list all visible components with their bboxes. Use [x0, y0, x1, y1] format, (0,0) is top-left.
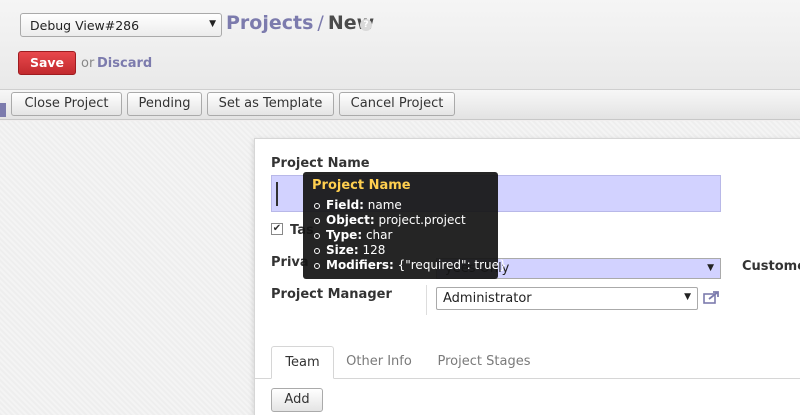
tooltip-item: Type: char [312, 228, 498, 243]
project-manager-value: Administrator [443, 291, 532, 306]
chevron-down-icon: ▼ [209, 19, 216, 29]
or-text: or [81, 56, 95, 71]
tooltip-item: Modifiers: {"required": true} [312, 258, 507, 273]
tab-other-info[interactable]: Other Info [339, 346, 419, 379]
column-divider [426, 285, 427, 315]
breadcrumb-projects-link[interactable]: Projects [226, 12, 313, 34]
close-project-button[interactable]: Close Project [11, 92, 122, 116]
save-button[interactable]: Save [18, 51, 76, 75]
chevron-down-icon: ▼ [684, 292, 691, 302]
debug-view-select-value: Debug View#286 [30, 18, 140, 33]
external-link-icon[interactable] [703, 290, 720, 304]
help-icon[interactable]: ? [360, 19, 372, 31]
field-tooltip: Project Name Field: name Object: project… [303, 172, 507, 279]
breadcrumb-separator: / [317, 12, 324, 34]
chevron-down-icon: ▼ [707, 263, 714, 273]
tooltip-title: Project Name [312, 178, 411, 193]
tooltip-list: Field: name Object: project.project Type… [312, 198, 507, 273]
cancel-project-button[interactable]: Cancel Project [339, 92, 455, 116]
discard-link[interactable]: Discard [97, 56, 152, 71]
debug-view-select[interactable]: Debug View#286 ▼ [20, 13, 222, 37]
pending-button[interactable]: Pending [127, 92, 202, 116]
customer-label: Custome [742, 259, 800, 274]
add-member-button[interactable]: Add [271, 388, 323, 412]
tab-project-stages[interactable]: Project Stages [428, 346, 540, 379]
control-panel: Debug View#286 ▼ Projects / New ? Save or … [0, 0, 800, 90]
tooltip-item: Field: name [312, 198, 498, 213]
project-manager-label: Project Manager [271, 287, 392, 302]
project-name-label: Project Name [271, 156, 370, 171]
set-as-template-button[interactable]: Set as Template [207, 92, 334, 116]
status-accent [0, 103, 6, 117]
project-manager-select[interactable]: Administrator ▼ [436, 287, 698, 310]
tab-team[interactable]: Team [271, 346, 334, 379]
tasks-checkbox[interactable]: ✔ [271, 223, 283, 235]
breadcrumb: Projects / New [226, 12, 374, 34]
tooltip-item: Object: project.project [312, 213, 498, 228]
status-bar: Close Project Pending Set as Template Ca… [0, 90, 800, 120]
text-cursor [276, 182, 278, 206]
tooltip-item: Size: 128 [312, 243, 498, 258]
